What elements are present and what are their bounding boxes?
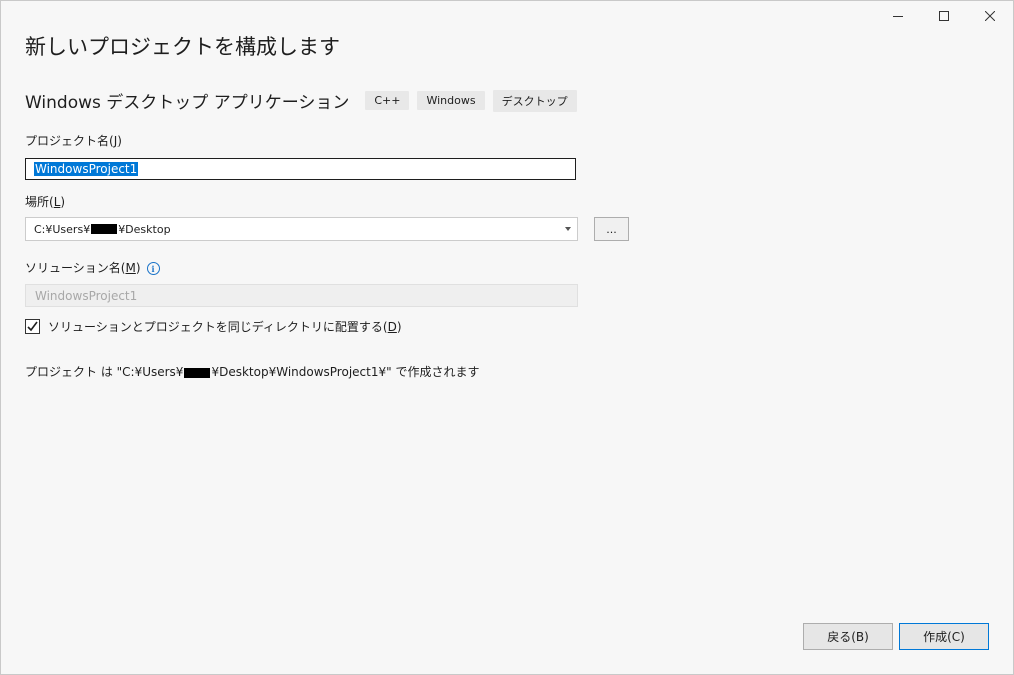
close-button[interactable] (967, 1, 1013, 31)
redaction-block (91, 224, 118, 234)
maximize-button[interactable] (921, 1, 967, 31)
location-value-suffix: ¥Desktop (118, 222, 171, 236)
back-button[interactable]: 戻る(B) (803, 623, 893, 650)
solution-name-label: ソリューション名(M) i (25, 259, 160, 276)
location-combobox[interactable]: C:¥Users¥ ¥Desktop (25, 217, 578, 241)
creation-summary: プロジェクト は "C:¥Users¥ ¥Desktop¥WindowsProje… (25, 365, 480, 379)
project-name-label: プロジェクト名(J) (25, 134, 122, 148)
location-value-prefix: C:¥Users¥ (34, 222, 91, 236)
solution-name-input: WindowsProject1 (25, 284, 578, 307)
info-icon[interactable]: i (146, 262, 160, 275)
browse-button[interactable]: ... (594, 217, 629, 241)
location-label: 場所(L) (25, 195, 66, 209)
redaction-block (184, 367, 211, 378)
same-directory-option[interactable]: ソリューションとプロジェクトを同じディレクトリに配置する(D) (25, 318, 402, 335)
project-name-value: WindowsProject1 (34, 162, 139, 176)
same-directory-checkbox[interactable] (25, 319, 40, 334)
tag-desktop: デスクトップ (492, 89, 577, 112)
template-name: Windows デスクトップ アプリケーション (25, 93, 350, 113)
chevron-down-icon[interactable] (565, 227, 571, 231)
tag-cpp: C++ (365, 91, 410, 110)
tag-windows: Windows (417, 91, 485, 110)
same-directory-label: ソリューションとプロジェクトを同じディレクトリに配置する(D) (48, 320, 402, 334)
create-button[interactable]: 作成(C) (899, 623, 989, 650)
template-header: Windows デスクトップ アプリケーション C++ Windows デスクト… (25, 88, 585, 113)
dialog-window: 新しいプロジェクトを構成します Windows デスクトップ アプリケーション … (0, 0, 1014, 675)
maximize-icon (939, 11, 949, 21)
close-icon (985, 11, 995, 21)
page-title: 新しいプロジェクトを構成します (25, 35, 340, 59)
window-controls (875, 1, 1013, 31)
minimize-button[interactable] (875, 1, 921, 31)
checkmark-icon (27, 321, 38, 332)
project-name-input[interactable]: WindowsProject1 (25, 158, 576, 180)
minimize-icon (893, 16, 903, 17)
